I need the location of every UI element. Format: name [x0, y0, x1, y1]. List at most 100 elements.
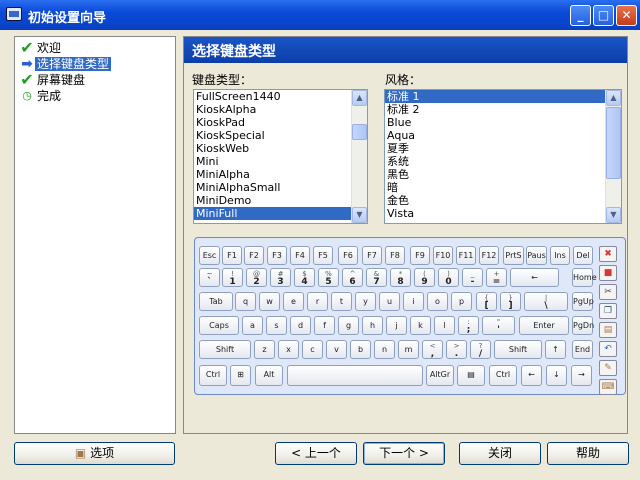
keyboard-type-item[interactable]: MiniDemo — [194, 194, 367, 207]
key: PrtS — [503, 246, 524, 265]
key: >. — [446, 340, 467, 359]
keyboard-type-item[interactable]: MiniAlpha — [194, 168, 367, 181]
key: z — [254, 340, 275, 359]
style-item[interactable]: 黑色 — [385, 168, 621, 181]
copy-icon: ❐ — [599, 303, 617, 319]
cut-icon: ✂ — [599, 284, 617, 300]
keyboard-settings-icon: ⌨ — [599, 379, 617, 395]
keyboard-type-list[interactable]: FullScreen1440 KioskAlpha KioskPad KioskSpe… — [193, 89, 368, 224]
app-icon — [6, 7, 22, 21]
undo-icon: ↶ — [599, 341, 617, 357]
key: F5 — [313, 246, 333, 265]
scroll-up-button[interactable]: ▲ — [352, 90, 367, 106]
key: F7 — [362, 246, 382, 265]
settings-icon: ✎ — [599, 360, 617, 376]
options-button[interactable]: ▣ 选项 — [14, 442, 175, 465]
style-item[interactable]: 暗 — [385, 181, 621, 194]
keyboard-type-item[interactable]: KioskPad — [194, 116, 367, 129]
style-item[interactable]: 夏季 — [385, 142, 621, 155]
key: p — [451, 292, 472, 311]
scroll-up-button[interactable]: ▲ — [606, 90, 621, 106]
key: Ins — [550, 246, 570, 265]
step-screen-keyboard[interactable]: ✔ 屏幕键盘 — [19, 71, 87, 87]
key: F3 — [267, 246, 287, 265]
style-item[interactable]: 系统 — [385, 155, 621, 168]
paste-icon: ▤ — [599, 322, 617, 338]
key: & 7 — [366, 268, 387, 287]
key: ← — [521, 365, 542, 386]
key: v — [326, 340, 347, 359]
key: ? / — [470, 340, 491, 359]
space-key — [287, 365, 423, 386]
close-button[interactable]: 关闭 — [459, 442, 541, 465]
keyboard-type-item[interactable]: KioskSpecial — [194, 129, 367, 142]
keyboard-type-item[interactable]: MiniAlphaSmall — [194, 181, 367, 194]
key: e — [283, 292, 304, 311]
check-icon: ✔ — [20, 69, 34, 89]
window-title: 初始设置向导 — [28, 11, 107, 26]
keyboard-type-label: 键盘类型： — [192, 73, 253, 87]
keyboard-type-item[interactable]: KioskAlpha — [194, 103, 367, 116]
key: c — [302, 340, 323, 359]
style-item[interactable]: 金色 — [385, 194, 621, 207]
style-item[interactable]: Blue — [385, 116, 621, 129]
scroll-down-button[interactable]: ▼ — [606, 207, 621, 223]
key: l — [434, 316, 455, 335]
key: f — [314, 316, 335, 335]
options-icon: ▣ — [74, 446, 87, 460]
key: AltGr — [426, 365, 454, 386]
key: h — [362, 316, 383, 335]
style-item[interactable]: Aqua — [385, 129, 621, 142]
keyboard-type-item[interactable]: KioskWeb — [194, 142, 367, 155]
key: ↑ — [545, 340, 566, 359]
style-item[interactable]: 标准 1 — [385, 90, 621, 103]
key: End — [572, 340, 593, 359]
page-title: 选择键盘类型 — [184, 37, 627, 63]
key: " ' — [482, 316, 515, 335]
style-item[interactable]: Vista — [385, 207, 621, 220]
key: Alt — [255, 365, 283, 386]
step-select-keyboard-type[interactable]: ➡ 选择键盘类型 — [19, 55, 112, 71]
key: * 8 — [390, 268, 411, 287]
key: Paus — [526, 246, 547, 265]
help-button[interactable]: 帮助 — [547, 442, 629, 465]
key: Enter — [519, 316, 569, 335]
keyboard-type-item[interactable]: Mini — [194, 155, 367, 168]
scroll-thumb[interactable] — [352, 124, 367, 140]
step-welcome[interactable]: ✔ 欢迎 — [19, 39, 63, 55]
scroll-down-button[interactable]: ▼ — [352, 207, 367, 223]
key: s — [266, 316, 287, 335]
keyboard-type-item[interactable]: MiniFull — [194, 207, 367, 220]
key: + = — [486, 268, 507, 287]
check-icon: ✔ — [20, 37, 34, 57]
key: Caps — [199, 316, 239, 335]
keyboard-type-item[interactable]: FullScreen1440 — [194, 90, 367, 103]
minimize-button[interactable]: _ — [570, 5, 591, 26]
next-button[interactable]: 下一个 > — [363, 442, 445, 465]
scrollbar[interactable]: ▲ ▼ — [605, 90, 621, 223]
key: :; — [458, 316, 479, 335]
key: Ctrl — [489, 365, 517, 386]
key: ~ ` — [199, 268, 220, 287]
key: Tab — [199, 292, 233, 311]
style-item[interactable]: 标准 2 — [385, 103, 621, 116]
key: | \ — [524, 292, 568, 311]
key: #3 — [270, 268, 291, 287]
key: r — [307, 292, 328, 311]
close-window-button[interactable]: ✕ — [616, 5, 637, 26]
key: F12 — [479, 246, 499, 265]
maximize-button[interactable]: □ — [593, 5, 614, 26]
key: ^ 6 — [342, 268, 363, 287]
scroll-thumb[interactable] — [606, 107, 621, 179]
flag-icon: ■ — [599, 265, 617, 281]
style-list[interactable]: 标准 1 标准 2 Blue Aqua 夏季 系统 黑色暗金色 Vista ▲ ▼ — [384, 89, 622, 224]
key: ▤ — [457, 365, 485, 386]
key: % 5 — [318, 268, 339, 287]
key: u — [379, 292, 400, 311]
step-finish[interactable]: ◷ 完成 — [19, 87, 63, 104]
key: F10 — [433, 246, 453, 265]
back-button[interactable]: < 上一个 — [275, 442, 357, 465]
key: F9 — [410, 246, 430, 265]
style-label: 风格： — [385, 73, 422, 87]
scrollbar[interactable]: ▲ ▼ — [351, 90, 367, 223]
